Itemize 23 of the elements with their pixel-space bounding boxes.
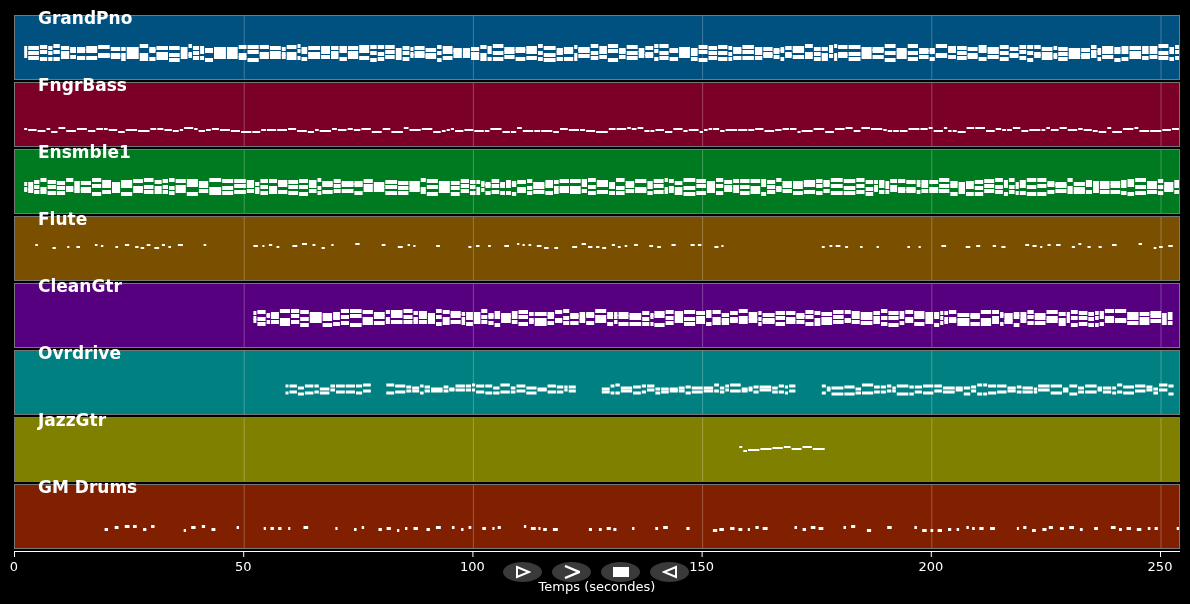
play-icon	[514, 565, 531, 579]
axis-title: Temps (secondes)	[538, 578, 656, 596]
stop-button[interactable]	[601, 562, 640, 582]
tick-label: 250	[1147, 558, 1173, 576]
reverse-button[interactable]	[650, 562, 689, 582]
track-name: GrandPno	[38, 8, 133, 28]
track-name: JazzGtr	[38, 410, 107, 430]
stop-icon	[612, 565, 629, 579]
tick-label: 100	[460, 558, 485, 576]
track-name: Flute	[38, 209, 88, 229]
track-name: CleanGtr	[38, 276, 122, 296]
chevron-icon	[563, 565, 580, 579]
track-name: GM Drums	[38, 477, 138, 497]
track-name: FngrBass	[38, 75, 127, 95]
play-button[interactable]	[503, 562, 542, 582]
tick-label: 0	[9, 558, 19, 576]
tick-label: 200	[918, 558, 944, 576]
track-name: Ensmble1	[38, 142, 131, 162]
tick-label: 50	[234, 558, 252, 576]
tick-label: 150	[689, 558, 714, 576]
reverse-icon	[661, 565, 678, 579]
track-name: Ovrdrive	[38, 343, 121, 363]
forward-button[interactable]	[552, 562, 591, 582]
